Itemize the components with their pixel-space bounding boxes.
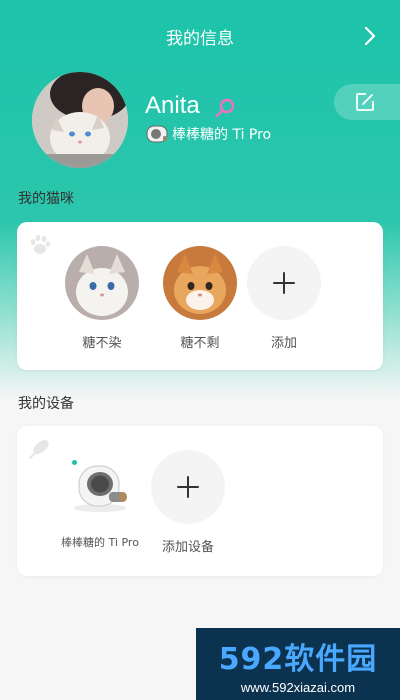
profile-device-name: 棒棒糖的 Ti Pro [172, 127, 272, 143]
cats-card: 糖不染 糖不剩 添加 [17, 222, 383, 370]
add-device-label: 添加设备 [161, 540, 214, 555]
edit-icon [356, 93, 374, 111]
watermark-brand: 592软件园 [218, 641, 378, 677]
edit-profile-button[interactable] [334, 84, 400, 120]
paw-icon [30, 235, 51, 254]
profile-name: Anita [145, 92, 200, 119]
page-title: 我的信息 [166, 28, 234, 49]
device-item[interactable]: 棒棒糖的 Ti Pro [60, 450, 140, 550]
watermark: 592软件园 www.592xiazai.com [196, 628, 400, 700]
cat-photo [65, 246, 139, 320]
device-image [63, 450, 137, 524]
add-cat-circle [247, 246, 321, 320]
add-cat-label: 添加 [270, 336, 297, 351]
devices-card: 棒棒糖的 Ti Pro 添加设备 [17, 426, 383, 576]
chevron-right-icon[interactable] [358, 24, 382, 48]
cat-item[interactable]: 糖不染 [62, 246, 142, 351]
female-icon [215, 98, 235, 118]
litter-box-icon [146, 125, 168, 143]
add-cat-button[interactable]: 添加 [244, 246, 324, 351]
cat-name: 糖不剩 [180, 336, 220, 351]
cat-item[interactable]: 糖不剩 [160, 246, 240, 351]
devices-section-title: 我的设备 [18, 396, 74, 412]
top-bar: 我的信息 [0, 0, 400, 72]
cat-name: 糖不染 [82, 336, 122, 351]
add-device-circle [151, 450, 225, 524]
cat-photo [163, 246, 237, 320]
profile-device: 棒棒糖的 Ti Pro [146, 124, 271, 144]
avatar[interactable] [32, 72, 128, 168]
plus-icon [177, 476, 199, 498]
cats-section-title: 我的猫咪 [18, 191, 74, 207]
device-name: 棒棒糖的 Ti Pro [61, 536, 139, 549]
plus-icon [273, 272, 295, 294]
watermark-url: www.592xiazai.com [240, 679, 356, 695]
add-device-button[interactable]: 添加设备 [148, 450, 228, 555]
leaf-icon [29, 440, 49, 459]
